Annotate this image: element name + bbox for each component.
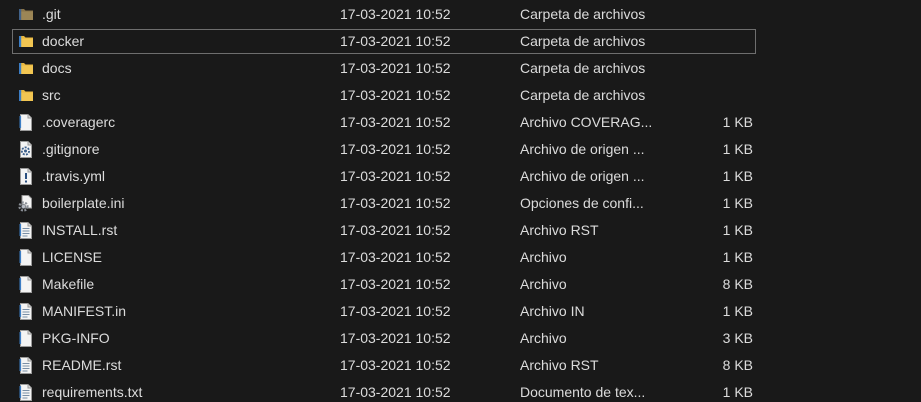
file-type: Archivo RST — [520, 222, 599, 238]
file-type: Archivo de origen ... — [520, 141, 645, 157]
file-size: 1 KB — [722, 249, 753, 265]
folder-icon — [17, 59, 35, 78]
file-date: 17-03-2021 10:52 — [340, 249, 451, 265]
file-date: 17-03-2021 10:52 — [340, 141, 451, 157]
file-name: .git — [42, 6, 61, 22]
file-row[interactable]: Makefile 17-03-2021 10:52 Archivo 8 KB — [0, 272, 921, 299]
file-row[interactable]: docs 17-03-2021 10:52 Carpeta de archivos — [0, 56, 921, 83]
file-name: INSTALL.rst — [42, 222, 118, 238]
file-name: docker — [42, 33, 85, 49]
file-row[interactable]: PKG-INFO 17-03-2021 10:52 Archivo 3 KB — [0, 326, 921, 353]
text-file-icon — [17, 356, 35, 375]
file-size — [680, 56, 753, 81]
file-date: 17-03-2021 10:52 — [340, 195, 451, 211]
file-row[interactable]: MANIFEST.in 17-03-2021 10:52 Archivo IN 1 K… — [0, 299, 921, 326]
file-date: 17-03-2021 10:52 — [340, 6, 451, 22]
file-name: docs — [42, 60, 72, 76]
file-icon — [17, 275, 35, 294]
file-icon — [17, 113, 35, 132]
file-size: 3 KB — [722, 330, 753, 346]
file-date: 17-03-2021 10:52 — [340, 168, 451, 184]
text-file-icon — [17, 221, 35, 240]
file-type: Opciones de confi... — [520, 195, 644, 211]
file-name: PKG-INFO — [42, 330, 110, 346]
file-type: Archivo RST — [520, 357, 599, 373]
file-row[interactable]: .git 17-03-2021 10:52 Carpeta de archivos — [0, 2, 921, 29]
file-name: .travis.yml — [42, 168, 105, 184]
file-row[interactable]: requirements.txt 17-03-2021 10:52 Document… — [0, 380, 921, 402]
file-row[interactable]: README.rst 17-03-2021 10:52 Archivo RST 8 K… — [0, 353, 921, 380]
file-type: Archivo — [520, 249, 567, 265]
file-size: 1 KB — [722, 195, 753, 211]
file-name: requirements.txt — [42, 384, 143, 400]
file-type: Archivo IN — [520, 303, 585, 319]
text-file-icon — [17, 302, 35, 321]
text-file-icon — [17, 383, 35, 402]
file-size: 1 KB — [722, 114, 753, 130]
file-date: 17-03-2021 10:52 — [340, 33, 451, 49]
file-row[interactable]: .coveragerc 17-03-2021 10:52 Archivo COVER… — [0, 110, 921, 137]
file-row[interactable]: INSTALL.rst 17-03-2021 10:52 Archivo RST 1 … — [0, 218, 921, 245]
config-file-icon — [17, 140, 35, 159]
file-date: 17-03-2021 10:52 — [340, 60, 451, 76]
file-type: Carpeta de archivos — [520, 87, 646, 103]
file-size — [680, 83, 753, 108]
file-size: 8 KB — [722, 276, 753, 292]
file-date: 17-03-2021 10:52 — [340, 87, 451, 103]
file-size: 1 KB — [722, 384, 753, 400]
file-name: LICENSE — [42, 249, 102, 265]
file-row[interactable]: src 17-03-2021 10:52 Carpeta de archivos — [0, 83, 921, 110]
file-date: 17-03-2021 10:52 — [340, 114, 451, 130]
file-type: Carpeta de archivos — [520, 60, 646, 76]
file-row[interactable]: .gitignore 17-03-2021 10:52 Archivo de ori… — [0, 137, 921, 164]
file-row[interactable]: .travis.yml 17-03-2021 10:52 Archivo de or… — [0, 164, 921, 191]
file-name: boilerplate.ini — [42, 195, 125, 211]
file-icon — [17, 248, 35, 267]
file-type: Archivo — [520, 330, 567, 346]
file-size: 1 KB — [722, 141, 753, 157]
file-name: Makefile — [42, 276, 95, 292]
file-size: 1 KB — [722, 222, 753, 238]
file-date: 17-03-2021 10:52 — [340, 303, 451, 319]
folder-icon-hidden — [17, 5, 35, 24]
file-date: 17-03-2021 10:52 — [340, 357, 451, 373]
folder-icon — [17, 32, 35, 51]
file-size: 1 KB — [722, 303, 753, 319]
file-row[interactable]: docker 17-03-2021 10:52 Carpeta de archivo… — [0, 29, 921, 56]
file-name: src — [42, 87, 61, 103]
file-name: README.rst — [42, 357, 122, 373]
settings-file-icon — [17, 194, 35, 213]
file-type: Carpeta de archivos — [520, 6, 646, 22]
folder-icon — [17, 86, 35, 105]
file-name: .gitignore — [42, 141, 100, 157]
file-date: 17-03-2021 10:52 — [340, 384, 451, 400]
file-size: 1 KB — [722, 168, 753, 184]
file-date: 17-03-2021 10:52 — [340, 276, 451, 292]
file-name: .coveragerc — [42, 114, 116, 130]
file-date: 17-03-2021 10:52 — [340, 222, 451, 238]
file-date: 17-03-2021 10:52 — [340, 330, 451, 346]
file-type: Carpeta de archivos — [520, 33, 646, 49]
file-list: .git 17-03-2021 10:52 Carpeta de archivos … — [0, 2, 921, 402]
file-size — [680, 2, 753, 27]
script-file-icon — [17, 167, 35, 186]
file-type: Archivo — [520, 276, 567, 292]
file-size — [680, 29, 753, 54]
file-size: 8 KB — [722, 357, 753, 373]
file-name: MANIFEST.in — [42, 303, 127, 319]
file-type: Archivo de origen ... — [520, 168, 645, 184]
file-type: Archivo COVERAG... — [520, 114, 653, 130]
file-row[interactable]: LICENSE 17-03-2021 10:52 Archivo 1 KB — [0, 245, 921, 272]
file-type: Documento de tex... — [520, 384, 646, 400]
file-row[interactable]: boilerplate.ini 17-03-2021 10:52 Opciones … — [0, 191, 921, 218]
file-icon — [17, 329, 35, 348]
